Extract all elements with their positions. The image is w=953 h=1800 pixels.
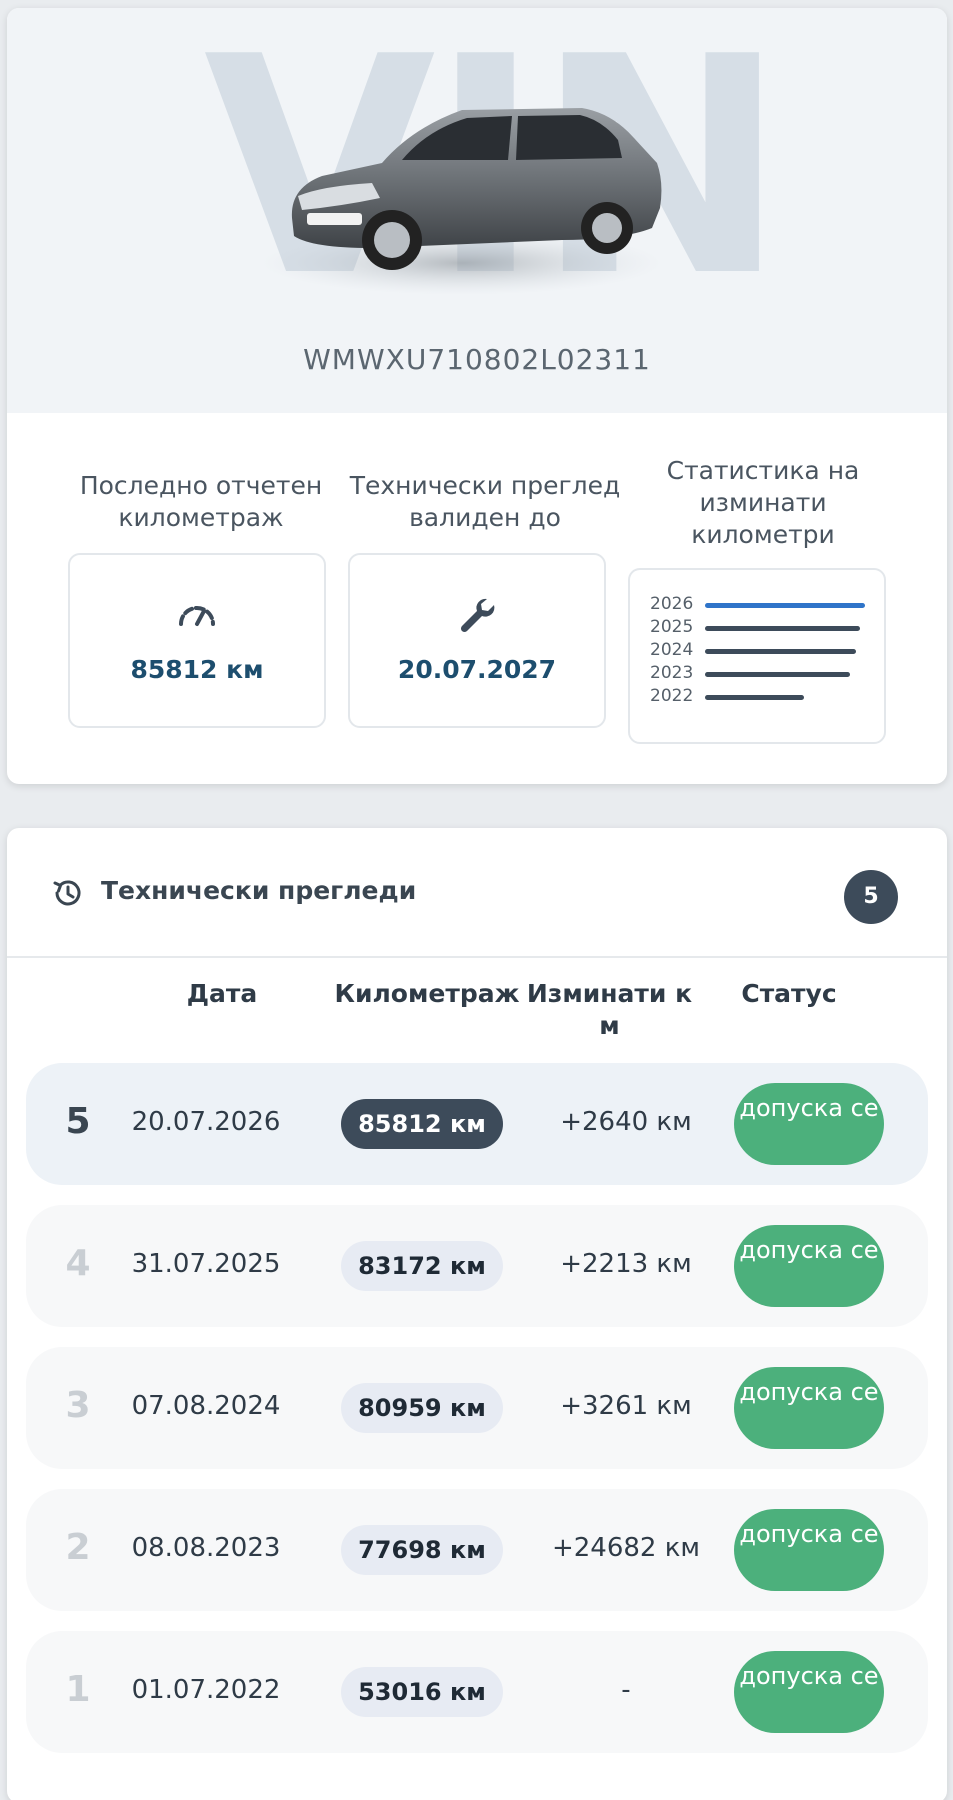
chart-year-label: 2023 [650, 663, 694, 683]
row-distance: - [621, 1675, 631, 1705]
row-distance: +2213 км [560, 1249, 692, 1279]
km-stats-label: Статистика на изминати километри [666, 456, 860, 549]
row-distance: +3261 км [560, 1391, 692, 1421]
status-badge: допуска се [734, 1225, 884, 1307]
column-header-distance: Изминати к м [526, 979, 693, 1040]
status-badge: допуска се [734, 1651, 884, 1733]
row-date: 07.08.2024 [131, 1391, 281, 1421]
status-badge: допуска се [734, 1083, 884, 1165]
inspections-card: Технически прегледи 5 Дата Километраж Из… [7, 828, 947, 1800]
table-row[interactable]: 3 07.08.2024 80959 км +3261 км допуска с… [26, 1347, 928, 1469]
car-image [262, 108, 662, 295]
wrench-icon [460, 598, 495, 633]
row-mileage-pill: 85812 км [341, 1099, 503, 1149]
row-distance: +24682 км [551, 1533, 701, 1563]
column-header-status: Статус [741, 979, 837, 1008]
column-header-mileage: Километраж [334, 979, 520, 1008]
chart-year-label: 2022 [650, 686, 694, 706]
row-number: 3 [65, 1385, 91, 1426]
vehicle-summary-card: VIN WMWXU71 [7, 8, 947, 784]
speedometer-icon [179, 606, 215, 626]
row-date: 31.07.2025 [131, 1249, 281, 1279]
history-icon [53, 880, 81, 906]
inspections-count-badge: 5 [844, 870, 898, 924]
chart-bar [705, 603, 865, 608]
km-stats-chart: 2026 2025 2024 2023 2022 [628, 568, 886, 744]
chart-year-label: 2024 [650, 640, 694, 660]
column-header-date: Дата [186, 979, 258, 1008]
row-date: 08.08.2023 [131, 1533, 281, 1563]
inspections-header: Технически прегледи 5 [7, 828, 947, 958]
table-row[interactable]: 5 20.07.2026 85812 км +2640 км допуска с… [26, 1063, 928, 1185]
chart-year-label: 2025 [650, 617, 694, 637]
row-mileage-pill: 80959 км [341, 1383, 503, 1433]
last-km-box: 85812 км [68, 553, 326, 728]
row-mileage-pill: 53016 км [341, 1667, 503, 1717]
inspections-title: Технически прегледи [101, 876, 417, 905]
table-row[interactable]: 2 08.08.2023 77698 км +24682 км допуска … [26, 1489, 928, 1611]
chart-year-label: 2026 [650, 594, 694, 614]
inspection-valid-box: 20.07.2027 [348, 553, 606, 728]
chart-bar [705, 626, 860, 631]
status-badge: допуска се [734, 1367, 884, 1449]
row-number: 5 [65, 1101, 91, 1142]
row-date: 01.07.2022 [131, 1675, 281, 1705]
row-mileage-pill: 77698 км [341, 1525, 503, 1575]
chart-bar [705, 672, 850, 677]
row-number: 2 [65, 1527, 91, 1568]
last-km-label: Последно отчетен километраж [79, 471, 323, 532]
row-number: 4 [65, 1243, 91, 1284]
row-date: 20.07.2026 [131, 1107, 281, 1137]
row-mileage-pill: 83172 км [341, 1241, 503, 1291]
inspection-valid-label: Технически преглед валиден до [349, 471, 621, 532]
table-row[interactable]: 4 31.07.2025 83172 км +2213 км допуска с… [26, 1205, 928, 1327]
inspection-valid-value: 20.07.2027 [397, 655, 557, 684]
chart-bar [705, 695, 804, 700]
last-km-value: 85812 км [130, 655, 264, 684]
row-distance: +2640 км [560, 1107, 692, 1137]
table-row[interactable]: 1 01.07.2022 53016 км - допуска се [26, 1631, 928, 1753]
row-number: 1 [65, 1669, 91, 1710]
vin-number: WMWXU710802L02311 [303, 343, 651, 376]
vehicle-hero: VIN WMWXU71 [7, 8, 947, 413]
status-badge: допуска се [734, 1509, 884, 1591]
chart-bar [705, 649, 856, 654]
